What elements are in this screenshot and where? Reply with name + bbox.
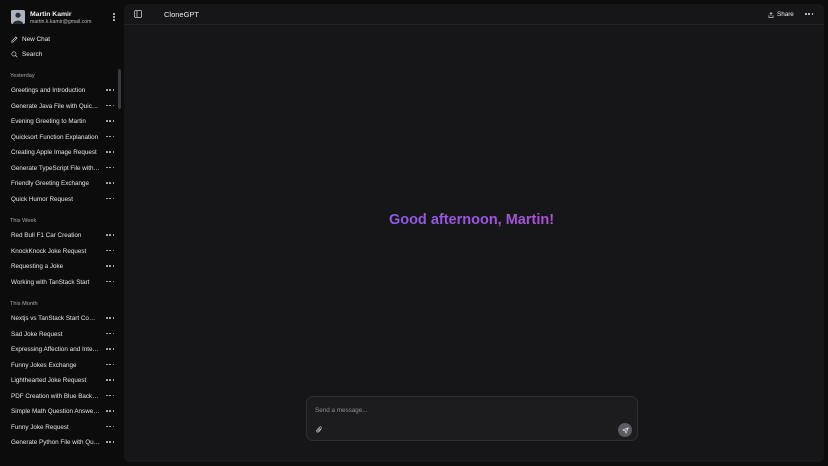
more-options-icon[interactable] <box>805 13 813 16</box>
chat-item[interactable]: Generate Python File with Quicksort <box>6 436 118 449</box>
app-title: CloneGPT <box>164 10 200 19</box>
chat-item[interactable]: Simple Math Question Answered <box>6 405 118 418</box>
chat-options-icon[interactable] <box>106 166 114 170</box>
top-bar: CloneGPT Share <box>124 4 824 25</box>
chat-item[interactable]: Lighthearted Joke Request <box>6 374 118 387</box>
chat-options-icon[interactable] <box>106 104 114 108</box>
chat-item[interactable]: Evening Greeting to Martin <box>6 115 118 128</box>
chat-item[interactable]: Expressing Affection and Interest <box>6 343 118 356</box>
chat-title: Funny Joke Request <box>11 423 69 431</box>
chat-title: Simple Math Question Answered <box>11 408 100 415</box>
send-button[interactable] <box>618 423 632 437</box>
chat-item[interactable]: Quick Humor Request <box>6 193 118 206</box>
greeting-heading: Good afternoon, Martin! <box>124 212 819 228</box>
chat-item[interactable]: Working with TanStack Start <box>6 276 118 289</box>
sidebar-scrollbar[interactable] <box>118 69 121 109</box>
sidebar-toggle-icon <box>134 10 142 18</box>
section-label-this-month: This Month <box>10 301 38 307</box>
chat-options-icon[interactable] <box>106 379 114 382</box>
chat-item[interactable]: Funny Jokes Exchange <box>6 359 118 372</box>
chat-options-icon[interactable] <box>106 425 114 429</box>
chat-title: Generate Python File with Quicksort <box>11 439 100 446</box>
chat-options-icon[interactable] <box>106 394 114 398</box>
send-icon <box>621 426 629 434</box>
sidebar-toggle-button[interactable] <box>134 10 142 18</box>
chat-title: Creating Apple Image Request <box>11 149 97 156</box>
new-chat-label: New Chat <box>22 35 51 43</box>
avatar <box>11 10 25 24</box>
chat-options-icon[interactable] <box>106 234 114 237</box>
chat-title: Working with TanStack Start <box>11 278 90 286</box>
chat-title: Lighthearted Joke Request <box>11 377 87 384</box>
section-label-yesterday: Yesterday <box>10 73 35 79</box>
share-label: Share <box>777 11 794 18</box>
attach-button[interactable] <box>316 426 323 434</box>
chat-item[interactable]: Quicksort Function Explanation <box>6 131 118 144</box>
chat-title: Red Bull F1 Car Creation <box>11 232 82 239</box>
profile-email: martin.k.kamir@gmail.com <box>30 19 92 25</box>
new-chat-button[interactable]: New Chat <box>11 33 50 45</box>
chat-options-icon[interactable] <box>106 249 114 253</box>
share-button[interactable]: Share <box>768 9 794 20</box>
chat-item[interactable]: KnockKnock Joke Request <box>6 245 118 258</box>
chat-title: Requesting a Joke <box>11 263 64 270</box>
edit-icon <box>11 36 18 43</box>
chat-options-icon[interactable] <box>106 280 114 284</box>
chat-title: Quicksort Function Explanation <box>11 133 99 141</box>
chat-options-icon[interactable] <box>106 197 114 201</box>
search-label: Search <box>22 50 43 58</box>
search-icon <box>11 51 18 58</box>
chat-options-icon[interactable] <box>106 332 114 336</box>
share-icon <box>768 11 774 18</box>
chat-options-icon[interactable] <box>106 135 114 139</box>
chat-item[interactable]: Red Bull F1 Car Creation <box>6 229 118 242</box>
paperclip-icon <box>316 426 322 433</box>
profile-name: Martin Kamir <box>30 11 72 18</box>
chat-title: PDF Creation with Blue Background <box>11 392 100 400</box>
chat-item[interactable]: Friendly Greeting Exchange <box>6 177 118 190</box>
section-label-this-week: This Week <box>10 218 37 224</box>
message-composer <box>306 396 638 441</box>
chat-options-icon[interactable] <box>106 441 114 444</box>
chat-options-icon[interactable] <box>106 151 114 154</box>
chat-options-icon[interactable] <box>106 89 114 92</box>
search-button[interactable]: Search <box>11 48 42 60</box>
chat-options-icon[interactable] <box>106 363 114 367</box>
chat-title: Quick Humor Request <box>11 195 73 203</box>
chat-title: Generate TypeScript File with Quicksort <box>11 164 100 172</box>
chat-item[interactable]: Funny Joke Request <box>6 421 118 434</box>
chat-options-icon[interactable] <box>106 265 114 268</box>
chat-item[interactable]: Generate TypeScript File with Quicksort <box>6 162 118 175</box>
main-panel: CloneGPT Share Good afternoon, Martin! <box>124 4 824 462</box>
message-input[interactable] <box>315 405 615 415</box>
app-window: Martin Kamir martin.k.kamir@gmail.com Ne… <box>0 0 828 466</box>
chat-item[interactable]: Sad Joke Request <box>6 328 118 341</box>
chat-title: Funny Jokes Exchange <box>11 361 77 369</box>
chat-options-icon[interactable] <box>106 348 114 351</box>
profile-menu-icon[interactable] <box>111 13 117 23</box>
chat-title: Sad Joke Request <box>11 330 63 338</box>
chat-title: Nextjs vs TanStack Start Comparison <box>11 315 100 322</box>
chat-title: Friendly Greeting Exchange <box>11 180 90 187</box>
chat-item[interactable]: Requesting a Joke <box>6 260 118 273</box>
chat-title: Greetings and Introduction <box>11 87 86 94</box>
chat-title: Expressing Affection and Interest <box>11 346 100 353</box>
chat-item[interactable]: Greetings and Introduction <box>6 84 118 97</box>
chat-options-icon[interactable] <box>106 317 114 320</box>
chat-item[interactable]: PDF Creation with Blue Background <box>6 390 118 403</box>
chat-item[interactable]: Generate Java File with Quicksort <box>6 100 118 113</box>
chat-options-icon[interactable] <box>106 182 114 185</box>
sidebar: Martin Kamir martin.k.kamir@gmail.com Ne… <box>0 0 122 466</box>
chat-options-icon[interactable] <box>106 410 114 413</box>
chat-title: Evening Greeting to Martin <box>11 118 86 125</box>
chat-item[interactable]: Nextjs vs TanStack Start Comparison <box>6 312 118 325</box>
chat-options-icon[interactable] <box>106 120 114 123</box>
chat-title: Generate Java File with Quicksort <box>11 102 100 110</box>
chat-title: KnockKnock Joke Request <box>11 247 87 255</box>
chat-item[interactable]: Creating Apple Image Request <box>6 146 118 159</box>
user-profile[interactable]: Martin Kamir martin.k.kamir@gmail.com <box>11 10 119 25</box>
